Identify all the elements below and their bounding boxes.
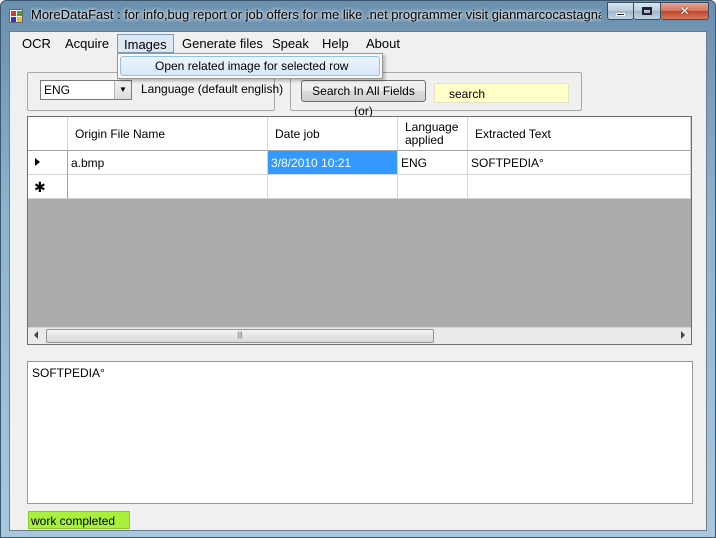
- results-grid[interactable]: Origin File Name Date job Language appli…: [27, 116, 692, 345]
- new-row-cell[interactable]: [468, 175, 691, 199]
- column-header-origin-file[interactable]: Origin File Name: [68, 117, 268, 151]
- menu-generate-files[interactable]: Generate files: [176, 34, 269, 53]
- menu-ocr[interactable]: OCR: [16, 34, 57, 53]
- column-header-language-applied[interactable]: Language applied: [398, 117, 468, 151]
- close-icon: ✕: [679, 4, 690, 18]
- minimize-button[interactable]: [607, 2, 634, 20]
- close-button[interactable]: ✕: [661, 2, 709, 20]
- new-row-asterisk-icon: ✱: [34, 179, 46, 195]
- extracted-text-area[interactable]: SOFTPEDIA°: [27, 361, 693, 504]
- cell-language[interactable]: ENG: [398, 151, 468, 175]
- row-header-new[interactable]: ✱: [28, 175, 68, 199]
- search-all-fields-button[interactable]: Search In All Fields (or): [301, 80, 426, 118]
- new-row-cell[interactable]: [398, 175, 468, 199]
- status-label: work completed: [28, 511, 130, 529]
- cell-origin-file[interactable]: a.bmp: [68, 151, 268, 175]
- images-dropdown: Open related image for selected row: [117, 53, 383, 79]
- row-header-selected[interactable]: [28, 151, 68, 175]
- scrollbar-thumb[interactable]: |||: [46, 329, 434, 343]
- maximize-icon: [642, 7, 652, 15]
- language-select[interactable]: ENG ▼: [40, 80, 132, 100]
- search-input[interactable]: search: [434, 83, 569, 103]
- chevron-down-icon[interactable]: ▼: [114, 81, 131, 99]
- menu-bar: OCR Acquire Images Generate files Speak …: [10, 32, 706, 54]
- window-title: MoreDataFast : for info,bug report or jo…: [31, 7, 601, 22]
- column-header-extracted-text[interactable]: Extracted Text: [468, 117, 691, 151]
- title-bar[interactable]: MoreDataFast : for info,bug report or jo…: [1, 1, 715, 31]
- language-select-value: ENG: [44, 83, 71, 97]
- minimize-icon: [616, 12, 625, 16]
- new-row-cell[interactable]: [268, 175, 398, 199]
- horizontal-scrollbar[interactable]: |||: [28, 327, 691, 344]
- menu-about[interactable]: About: [360, 34, 406, 53]
- maximize-button[interactable]: [634, 2, 661, 20]
- cell-date-job[interactable]: 3/8/2010 10:21: [268, 151, 398, 175]
- cell-extracted-text[interactable]: SOFTPEDIA°: [468, 151, 691, 175]
- column-header-date-job[interactable]: Date job: [268, 117, 398, 151]
- client-area: OCR Acquire Images Generate files Speak …: [9, 31, 707, 531]
- menu-images[interactable]: Images: [117, 34, 174, 53]
- app-window: MoreDataFast : for info,bug report or jo…: [0, 0, 716, 538]
- scroll-left-icon[interactable]: [34, 331, 38, 339]
- menu-speak[interactable]: Speak: [266, 34, 315, 53]
- language-label: Language (default english): [141, 82, 284, 96]
- grid-corner-header: [28, 117, 68, 151]
- current-row-arrow-icon: [35, 158, 40, 166]
- app-icon[interactable]: [9, 9, 23, 23]
- menu-help[interactable]: Help: [316, 34, 355, 53]
- scroll-right-icon[interactable]: [681, 331, 685, 339]
- new-row-cell[interactable]: [68, 175, 268, 199]
- open-related-image-item[interactable]: Open related image for selected row: [120, 56, 380, 76]
- menu-acquire[interactable]: Acquire: [59, 34, 115, 53]
